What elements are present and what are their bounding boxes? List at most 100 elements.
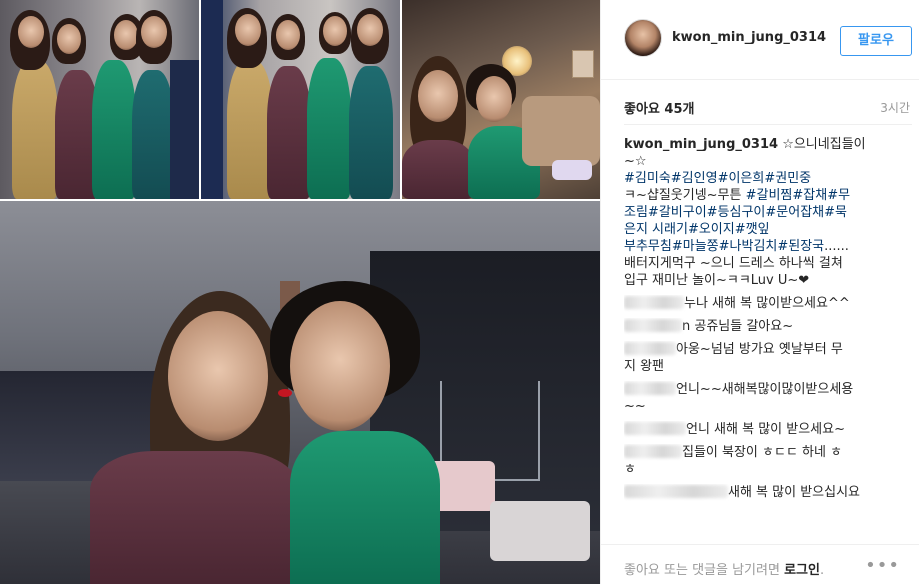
comment-text: n 공쥬님들 갈아요~ [682,319,794,334]
hashtag-link[interactable]: 은지 시래기 [624,222,688,237]
photo-group-1[interactable] [0,0,199,199]
login-prompt-text: 좋아요 또는 댓글을 남기려면 [624,563,785,578]
hashtag-link[interactable]: #깻잎 [735,222,770,237]
hashtag-link[interactable]: #문어잡채 [765,205,824,220]
hashtag-link[interactable]: #묵 [824,205,847,220]
comment-text: 지 왕팬 [624,359,665,374]
comment-username-blurred[interactable] [624,342,676,355]
username-link[interactable]: kwon_min_jung_0314 [672,30,826,45]
figure-head [418,70,458,122]
caption-text: 배터지게먹구 ~으니 드레스 하나씩 걸쳐 [624,256,843,271]
comment-text: 누나 새해 복 많이받으세요^^ [684,296,850,311]
figure-head [114,20,138,50]
caption-line: #김미숙#김인영#이은희#권민중 [624,170,916,187]
comment-username-blurred[interactable] [624,422,686,435]
follow-button[interactable]: 팔로우 [840,26,912,56]
photo-selfie[interactable] [0,201,600,584]
figure-head [18,16,44,48]
caption-text: ~☆ [624,154,647,169]
figure-head [168,311,268,441]
caption-line: 배터지게먹구 ~으니 드레스 하나씩 걸쳐 [624,255,916,272]
figure-green-dress [92,60,136,199]
comment: ~~ [624,398,916,415]
hashtag-link[interactable]: #등심구이 [707,205,766,220]
post-sidebar: kwon_min_jung_0314 팔로우 좋아요 45개 3시간 kwon_… [600,0,919,584]
caption-line: kwon_min_jung_0314 ☆으니네집들이 [624,136,916,153]
hashtag-link[interactable]: #잡채 [792,188,827,203]
hashtag-link[interactable]: #김인영 [671,171,718,186]
photo-group-2[interactable] [201,0,400,199]
hashtag-link[interactable]: 부추무침 [624,239,672,254]
post-footer: 좋아요 또는 댓글을 남기려면 로그인. ••• [601,544,919,584]
photo-collage [0,0,600,584]
comment: 새해 복 많이 받으십시요 [624,484,916,501]
hashtag-link[interactable]: #권민중 [764,171,811,186]
hashtag-link[interactable]: #갈비찜 [746,188,793,203]
comment-username-blurred[interactable] [624,319,682,332]
caption-line: 조림#갈비구이#등심구이#문어잡채#묵 [624,204,916,221]
pet-bed [490,501,590,561]
curtain [201,0,223,199]
login-prompt-end: . [819,563,825,578]
figure-head [57,24,81,54]
hashtag-link[interactable]: #무 [827,188,850,203]
avatar[interactable] [624,19,662,57]
comment-text: 새해 복 많이 받으십시요 [728,485,860,500]
comment-text: 언니 새해 복 많이 받으세요~ [686,422,845,437]
divider [624,124,912,125]
figure-plum-dress [402,140,474,199]
post-header: kwon_min_jung_0314 팔로우 [601,0,919,80]
comment-text: ㅎ [624,462,636,477]
figure-head [357,14,383,46]
caption: kwon_min_jung_0314 ☆으니네집들이 ~☆ #김미숙#김인영#이은희… [624,136,916,289]
figure-teal-dress [349,66,393,199]
login-prompt: 좋아요 또는 댓글을 남기려면 로그인. [624,559,824,578]
figure-plum-dress [267,66,311,199]
comment-username-blurred[interactable] [624,296,684,309]
figure-head [476,76,512,122]
comment-username-blurred[interactable] [624,445,682,458]
more-options-icon[interactable]: ••• [865,555,900,576]
figure-gold-dress [12,60,58,199]
login-link[interactable]: 로그인 [784,563,820,578]
likes-count[interactable]: 좋아요 45개 [624,98,694,117]
hashtag-link[interactable]: #이은희 [718,171,765,186]
wall-frame [572,50,594,78]
comment: 집들이 북장이 ㅎㄷㄷ 하네 ㅎ [624,444,916,461]
curtain [170,60,199,199]
hashtag-link[interactable]: #된장국 [777,239,824,254]
post-time[interactable]: 3시간 [880,99,910,116]
red-lips [278,389,292,397]
background-people [522,96,600,166]
comment-text: 집들이 북장이 ㅎㄷㄷ 하네 ㅎ [682,445,843,460]
hashtag-link[interactable]: 조림 [624,205,648,220]
figure-plum-dress [90,451,300,584]
hashtag-link[interactable]: #김미숙 [624,171,671,186]
caption-username[interactable]: kwon_min_jung_0314 [624,137,778,152]
comment: n 공쥬님들 갈아요~ [624,318,916,335]
figure-head [141,16,167,48]
comment: 아웅~넘넘 방가요 옛날부터 무 [624,341,916,358]
caption-text: ☆으니네집들이 [778,137,866,152]
hashtag-link[interactable]: #오이지 [688,222,735,237]
photo-living-room[interactable] [402,0,600,199]
hashtag-link[interactable]: #나박김치 [719,239,778,254]
comment-username-blurred[interactable] [624,485,728,498]
comment: ㅎ [624,461,916,478]
caption-line: ~☆ [624,153,916,170]
hashtag-link[interactable]: #마늘쫑 [672,239,719,254]
caption-line: ㅋ~샵질웃기넹~무튼 #갈비찜#잡채#무 [624,187,916,204]
figure-head [290,301,390,431]
figure-green-dress [307,58,351,199]
comment: 언니~~새해복많이많이받으세용 [624,381,916,398]
caption-line: 입구 재미난 놀이~ㅋㅋLuv U~❤ [624,272,916,289]
figure-green-dress [290,431,440,584]
comment-username-blurred[interactable] [624,382,676,395]
hashtag-link[interactable]: #갈비구이 [648,205,707,220]
comment-list: 누나 새해 복 많이받으세요^^ n 공쥬님들 갈아요~ 아웅~넘넘 방가요 옛날부… [624,295,916,501]
comment-text: 언니~~새해복많이많이받으세용 [676,382,854,397]
likes-row: 좋아요 45개 3시간 [624,98,914,118]
caption-text: ㅋ~샵질웃기넹~무튼 [624,188,746,203]
figure-head [276,20,300,50]
comment: 누나 새해 복 많이받으세요^^ [624,295,916,312]
